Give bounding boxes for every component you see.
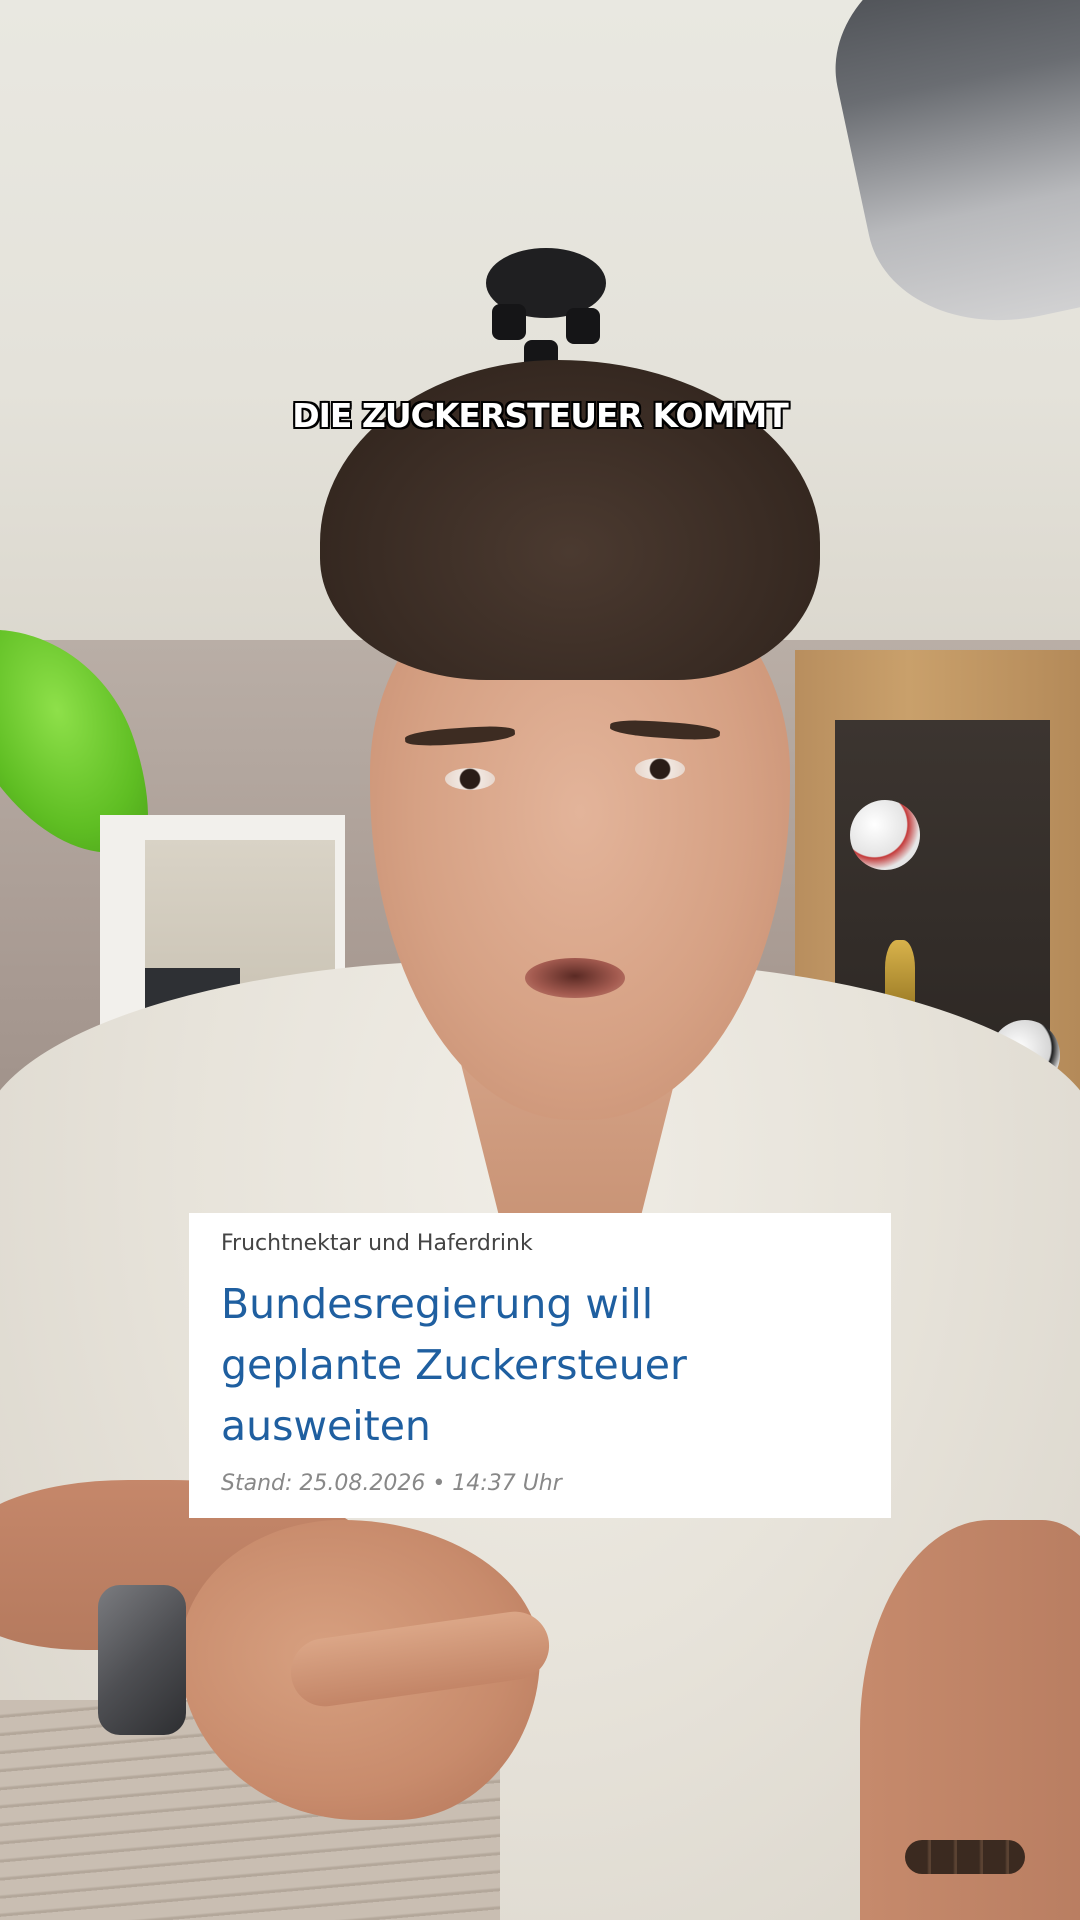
news-date: Stand: 25.08.2026 • 14:37 Uhr (221, 1471, 562, 1496)
spotlight-head (566, 308, 600, 344)
eye (445, 768, 495, 790)
news-kicker: Fruchtnektar und Haferdrink (221, 1231, 533, 1256)
news-card: Fruchtnektar und Haferdrink Bundesregier… (189, 1213, 891, 1518)
smartwatch (98, 1585, 186, 1735)
video-caption: DIE ZUCKERSTEUER KOMMT (292, 396, 789, 435)
football (850, 800, 920, 870)
eye (635, 758, 685, 780)
bead-bracelet (905, 1840, 1025, 1874)
video-frame: DIE ZUCKERSTEUER KOMMT Fruchtnektar und … (0, 0, 1080, 1920)
news-headline: Bundesregierung will geplante Zuckersteu… (221, 1280, 687, 1450)
spotlight-head (492, 304, 526, 340)
mouth (525, 958, 625, 998)
